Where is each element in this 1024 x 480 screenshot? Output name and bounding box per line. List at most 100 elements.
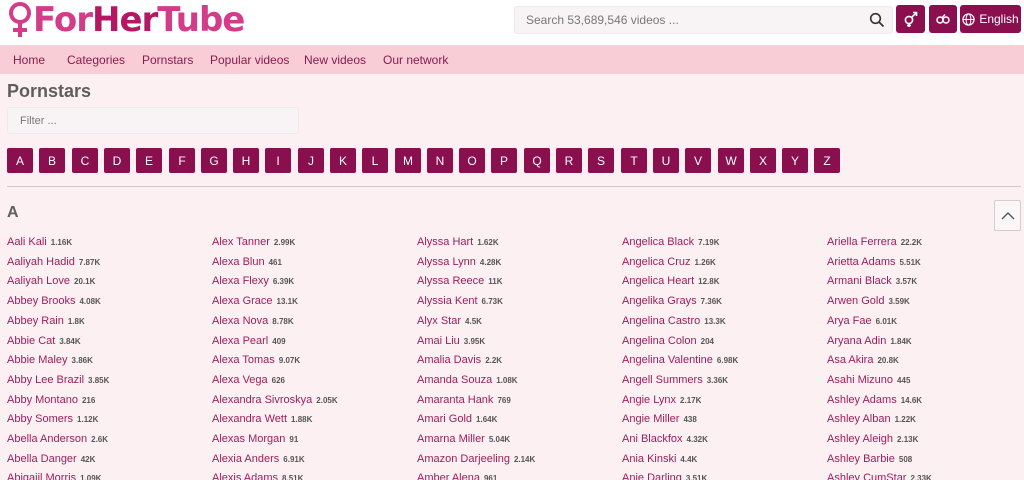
pornstar-link[interactable]: Abbey Brooks 4.08K [7, 291, 101, 309]
pornstar-link[interactable]: Asahi Mizuno 445 [827, 370, 910, 388]
pornstar-link[interactable]: Angelica Heart 12.8K [622, 271, 720, 289]
pornstar-link[interactable]: Angelica Black 7.19K [622, 232, 720, 250]
pornstar-link[interactable]: Abby Montano 216 [7, 390, 95, 408]
pornstar-link[interactable]: Angelina Valentine 6.98K [622, 350, 738, 368]
letter-button-i[interactable]: I [265, 148, 291, 173]
pornstar-link[interactable]: Ashley Alban 1.22K [827, 409, 916, 427]
nav-our-network[interactable]: Our network [383, 53, 448, 67]
pornstar-link[interactable]: Angelika Grays 7.36K [622, 291, 722, 309]
orientation-button[interactable] [929, 5, 957, 33]
pornstar-link[interactable]: Aaliyah Hadid 7.87K [7, 252, 100, 270]
letter-button-n[interactable]: N [427, 148, 453, 173]
letter-button-j[interactable]: J [298, 148, 324, 173]
nav-categories[interactable]: Categories [67, 53, 125, 67]
pornstar-link[interactable]: Aali Kali 1.16K [7, 232, 72, 250]
pornstar-link[interactable]: Angell Summers 3.36K [622, 370, 728, 388]
pornstar-link[interactable]: Angie Miller 438 [622, 409, 697, 427]
pornstar-link[interactable]: Arietta Adams 5.51K [827, 252, 921, 270]
pornstar-link[interactable]: Alyx Star 4.5K [417, 311, 482, 329]
pornstar-link[interactable]: Ashley Adams 14.6K [827, 390, 922, 408]
pornstar-link[interactable]: Abbie Cat 3.84K [7, 331, 81, 349]
pornstar-link[interactable]: Abella Anderson 2.6K [7, 429, 108, 447]
pornstar-link[interactable]: Ashley CumStar 2.33K [827, 468, 932, 480]
pornstar-link[interactable]: Arya Fae 6.01K [827, 311, 897, 329]
letter-button-b[interactable]: B [39, 148, 65, 173]
pornstar-link[interactable]: Ashley Aleigh 2.13K [827, 429, 918, 447]
language-button[interactable]: English [960, 5, 1021, 33]
pornstar-link[interactable]: Abby Lee Brazil 3.85K [7, 370, 109, 388]
pornstar-link[interactable]: Alexia Anders 6.91K [212, 449, 305, 467]
pornstar-link[interactable]: Alyssa Hart 1.62K [417, 232, 499, 250]
letter-button-v[interactable]: V [685, 148, 711, 173]
pornstar-link[interactable]: Alexa Pearl 409 [212, 331, 286, 349]
letter-button-e[interactable]: E [136, 148, 162, 173]
letter-button-s[interactable]: S [588, 148, 614, 173]
pornstar-link[interactable]: Abbie Maley 3.86K [7, 350, 93, 368]
pornstar-link[interactable]: Angelina Colon 204 [622, 331, 714, 349]
pornstar-link[interactable]: Amaranta Hank 769 [417, 390, 511, 408]
letter-button-k[interactable]: K [330, 148, 356, 173]
letter-button-x[interactable]: X [750, 148, 776, 173]
letter-button-r[interactable]: R [556, 148, 582, 173]
letter-button-o[interactable]: O [459, 148, 485, 173]
letter-button-z[interactable]: Z [814, 148, 840, 173]
pornstar-link[interactable]: Alexa Grace 13.1K [212, 291, 298, 309]
pornstar-link[interactable]: Amalia Davis 2.2K [417, 350, 502, 368]
pornstar-link[interactable]: Alex Tanner 2.99K [212, 232, 295, 250]
pornstar-link[interactable]: Amai Liu 3.95K [417, 331, 485, 349]
pornstar-link[interactable]: Aryana Adin 1.84K [827, 331, 912, 349]
pornstar-link[interactable]: Alexandra Wett 1.88K [212, 409, 312, 427]
pornstar-link[interactable]: Amazon Darjeeling 2.14K [417, 449, 535, 467]
pornstar-link[interactable]: Amari Gold 1.64K [417, 409, 497, 427]
pornstar-link[interactable]: Ania Kinski 4.4K [622, 449, 697, 467]
pornstar-link[interactable]: Alexa Tomas 9.07K [212, 350, 300, 368]
letter-button-w[interactable]: W [718, 148, 744, 173]
letter-button-d[interactable]: D [104, 148, 130, 173]
pornstar-link[interactable]: Arwen Gold 3.59K [827, 291, 910, 309]
pornstar-link[interactable]: Angelina Castro 13.3K [622, 311, 726, 329]
pornstar-link[interactable]: Alexa Blun 461 [212, 252, 282, 270]
letter-button-p[interactable]: P [491, 148, 517, 173]
filter-input[interactable] [7, 107, 299, 134]
site-logo[interactable]: ForHerTube [7, 1, 245, 39]
pornstar-link[interactable]: Alexandra Sivroskya 2.05K [212, 390, 338, 408]
gender-toggle-button[interactable] [896, 5, 925, 33]
pornstar-link[interactable]: Ashley Barbie 508 [827, 449, 912, 467]
pornstar-link[interactable]: Alexas Morgan 91 [212, 429, 298, 447]
letter-button-u[interactable]: U [653, 148, 679, 173]
letter-button-m[interactable]: M [395, 148, 421, 173]
pornstar-link[interactable]: Alyssa Reece 11K [417, 271, 503, 289]
pornstar-link[interactable]: Ani Blackfox 4.32K [622, 429, 708, 447]
letter-button-q[interactable]: Q [524, 148, 550, 173]
pornstar-link[interactable]: Aaliyah Love 20.1K [7, 271, 95, 289]
nav-new-videos[interactable]: New videos [304, 53, 366, 67]
nav-home[interactable]: Home [13, 53, 45, 67]
pornstar-link[interactable]: Abella Danger 42K [7, 449, 95, 467]
pornstar-link[interactable]: Angie Lynx 2.17K [622, 390, 701, 408]
pornstar-link[interactable]: Alyssa Lynn 4.28K [417, 252, 501, 270]
letter-button-y[interactable]: Y [782, 148, 808, 173]
pornstar-link[interactable]: Asa Akira 20.8K [827, 350, 899, 368]
letter-button-l[interactable]: L [362, 148, 388, 173]
pornstar-link[interactable]: Alexis Adams 8.51K [212, 468, 303, 480]
letter-button-t[interactable]: T [621, 148, 647, 173]
letter-button-h[interactable]: H [233, 148, 259, 173]
pornstar-link[interactable]: Amanda Souza 1.08K [417, 370, 518, 388]
letter-button-c[interactable]: C [72, 148, 98, 173]
pornstar-link[interactable]: Anie Darling 3.51K [622, 468, 707, 480]
pornstar-link[interactable]: Alyssia Kent 6.73K [417, 291, 503, 309]
search-input[interactable] [515, 7, 865, 33]
pornstar-link[interactable]: Amarna Miller 5.04K [417, 429, 510, 447]
letter-button-a[interactable]: A [7, 148, 33, 173]
nav-pornstars[interactable]: Pornstars [142, 53, 193, 67]
nav-popular-videos[interactable]: Popular videos [210, 53, 289, 67]
letter-button-g[interactable]: G [201, 148, 227, 173]
pornstar-link[interactable]: Abigaiil Morris 1.09K [7, 468, 101, 480]
pornstar-link[interactable]: Alexa Vega 626 [212, 370, 285, 388]
letter-button-f[interactable]: F [169, 148, 195, 173]
pornstar-link[interactable]: Ariella Ferrera 22.2K [827, 232, 922, 250]
pornstar-link[interactable]: Alexa Flexy 6.39K [212, 271, 294, 289]
pornstar-link[interactable]: Alexa Nova 8.78K [212, 311, 294, 329]
search-icon[interactable] [869, 12, 885, 28]
pornstar-link[interactable]: Amber Alena 961 [417, 468, 497, 480]
